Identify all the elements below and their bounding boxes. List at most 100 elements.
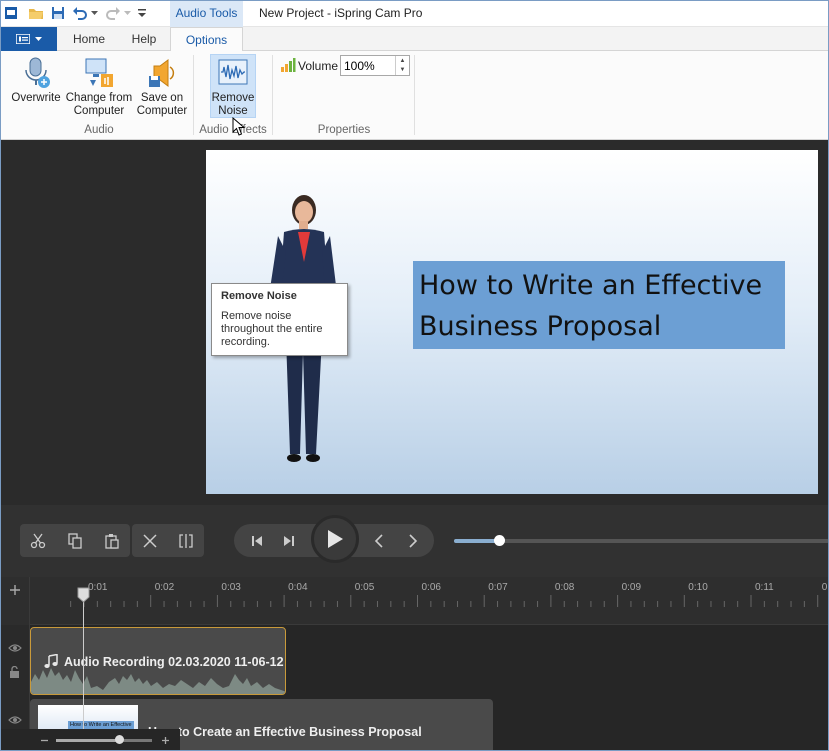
undo-dropdown-icon[interactable]	[89, 4, 99, 22]
audio-clip[interactable]: Audio Recording 02.03.2020 11-06-12	[30, 627, 286, 695]
ruler-tick-label: 0:08	[554, 582, 575, 593]
redo-dropdown-icon[interactable]	[122, 4, 132, 22]
volume-label: Volume	[298, 59, 339, 73]
save-on-computer-label-1: Save on	[140, 92, 184, 104]
open-folder-icon[interactable]	[27, 4, 45, 22]
remove-noise-label-1: Remove	[211, 92, 255, 104]
remove-noise-tooltip: Remove Noise Remove noise throughout the…	[211, 283, 348, 356]
ruler-tick-label: 0:04	[288, 582, 308, 593]
ruler-tick-label: 0:1	[821, 582, 829, 593]
save-on-computer-label-2: Computer	[136, 105, 188, 117]
waveform-icon	[215, 55, 251, 91]
spin-down-icon[interactable]: ▼	[396, 66, 409, 76]
tab-help[interactable]: Help	[120, 27, 168, 51]
ruler-tick-label: 0:10	[688, 582, 708, 593]
copy-button[interactable]	[57, 524, 93, 557]
close-icon	[143, 533, 157, 548]
zoom-slider[interactable]	[56, 739, 152, 742]
skip-end-icon	[284, 535, 294, 546]
copy-icon	[68, 532, 82, 549]
scrubber-thumb[interactable]	[494, 535, 505, 546]
change-from-computer-button[interactable]: Change from Computer	[64, 55, 134, 118]
split-icon	[179, 533, 193, 548]
timeline-ruler[interactable]: 0:01 0:02 0:03 0:04 0:05 0:06 0:07 0:08 0:09 0:10…	[0, 577, 829, 625]
group-label-properties: Properties	[317, 124, 371, 136]
volume-icon	[280, 57, 296, 76]
play-button[interactable]	[311, 515, 359, 563]
go-to-end-button[interactable]	[274, 524, 304, 557]
playback-scrubber[interactable]	[454, 535, 829, 546]
chevron-left-icon	[374, 533, 383, 548]
ruler-tick-label: 0:05	[354, 582, 375, 593]
ruler-tick-label: 0:01	[88, 582, 108, 593]
skip-start-icon	[252, 535, 262, 546]
undo-icon[interactable]	[71, 4, 89, 22]
add-track-icon[interactable]	[9, 584, 21, 596]
chevron-down-icon	[34, 36, 42, 41]
ribbon-separator	[414, 55, 415, 135]
volume-spinner[interactable]: ▲ ▼	[395, 56, 409, 75]
paste-icon	[105, 533, 119, 549]
eye-icon[interactable]	[8, 643, 22, 653]
window-title: New Project - iSpring Cam Pro	[259, 6, 423, 20]
playback-controls	[0, 505, 829, 577]
save-icon[interactable]	[49, 4, 67, 22]
microphone-icon	[18, 55, 54, 91]
chevron-right-icon	[409, 533, 418, 548]
playhead-handle[interactable]	[77, 587, 90, 603]
play-icon	[328, 530, 343, 548]
video-clip-title: How to Create an Effective Business Prop…	[148, 725, 422, 739]
zoom-out-icon[interactable]	[40, 736, 49, 745]
overwrite-button[interactable]: Overwrite	[8, 55, 64, 105]
scissors-icon	[30, 533, 46, 548]
music-note-icon	[44, 654, 58, 668]
next-frame-button[interactable]	[398, 524, 428, 557]
ribbon-separator	[272, 55, 273, 135]
change-from-computer-label-1: Change from	[65, 92, 133, 104]
clipboard-group	[20, 524, 130, 557]
file-menu-button[interactable]	[0, 27, 57, 51]
tab-home[interactable]: Home	[64, 27, 114, 51]
go-to-start-button[interactable]	[242, 524, 272, 557]
ruler-tick-label: 0:03	[221, 582, 241, 593]
remove-noise-button[interactable]: Remove Noise	[208, 55, 258, 118]
redo-icon[interactable]	[104, 4, 122, 22]
group-label-audio: Audio	[84, 124, 114, 136]
mouse-cursor-icon	[232, 117, 246, 136]
ribbon: Overwrite Change from Computer Save on C…	[0, 51, 829, 140]
tab-options[interactable]: Options	[170, 27, 243, 52]
app-icon[interactable]	[2, 4, 20, 22]
computer-audio-icon	[81, 55, 117, 91]
split-button[interactable]	[168, 524, 204, 557]
playhead-line	[83, 595, 84, 751]
overwrite-label: Overwrite	[11, 92, 61, 104]
lock-icon[interactable]	[9, 666, 20, 678]
ruler-tick-label: 0:09	[621, 582, 642, 593]
tooltip-title: Remove Noise	[221, 290, 297, 302]
timeline: 0:01 0:02 0:03 0:04 0:05 0:06 0:07 0:08 0:09 0:10…	[0, 577, 829, 751]
save-on-computer-button[interactable]: Save on Computer	[134, 55, 190, 118]
audio-tools-context-tab: Audio Tools	[170, 0, 243, 27]
cut-button[interactable]	[20, 524, 56, 557]
audio-clip-title: Audio Recording 02.03.2020 11-06-12	[64, 655, 284, 669]
edit-group	[132, 524, 204, 557]
video-preview-area: How to Write an Effective Business Propo…	[0, 141, 829, 505]
ribbon-separator	[193, 55, 194, 135]
ruler-tick-label: 0:02	[154, 582, 175, 593]
title-bar: Audio Tools New Project - iSpring Cam Pr…	[0, 0, 829, 27]
ruler-tick-label: 0:11	[755, 582, 774, 593]
paste-button[interactable]	[94, 524, 130, 557]
spin-up-icon[interactable]: ▲	[396, 56, 409, 66]
ruler-tick-label: 0:06	[421, 582, 441, 593]
previous-frame-button[interactable]	[364, 524, 394, 557]
customize-toolbar-icon[interactable]	[136, 4, 148, 22]
eye-icon[interactable]	[8, 715, 22, 725]
zoom-slider-thumb[interactable]	[114, 735, 124, 744]
delete-button[interactable]	[132, 524, 168, 557]
change-from-computer-label-2: Computer	[73, 105, 125, 117]
video-thumbnail-title: How to Write an Effective	[68, 721, 134, 729]
menu-icon	[15, 34, 30, 44]
timeline-zoom	[0, 729, 180, 751]
zoom-in-icon[interactable]	[161, 736, 170, 745]
scrubber-progress	[454, 539, 499, 543]
